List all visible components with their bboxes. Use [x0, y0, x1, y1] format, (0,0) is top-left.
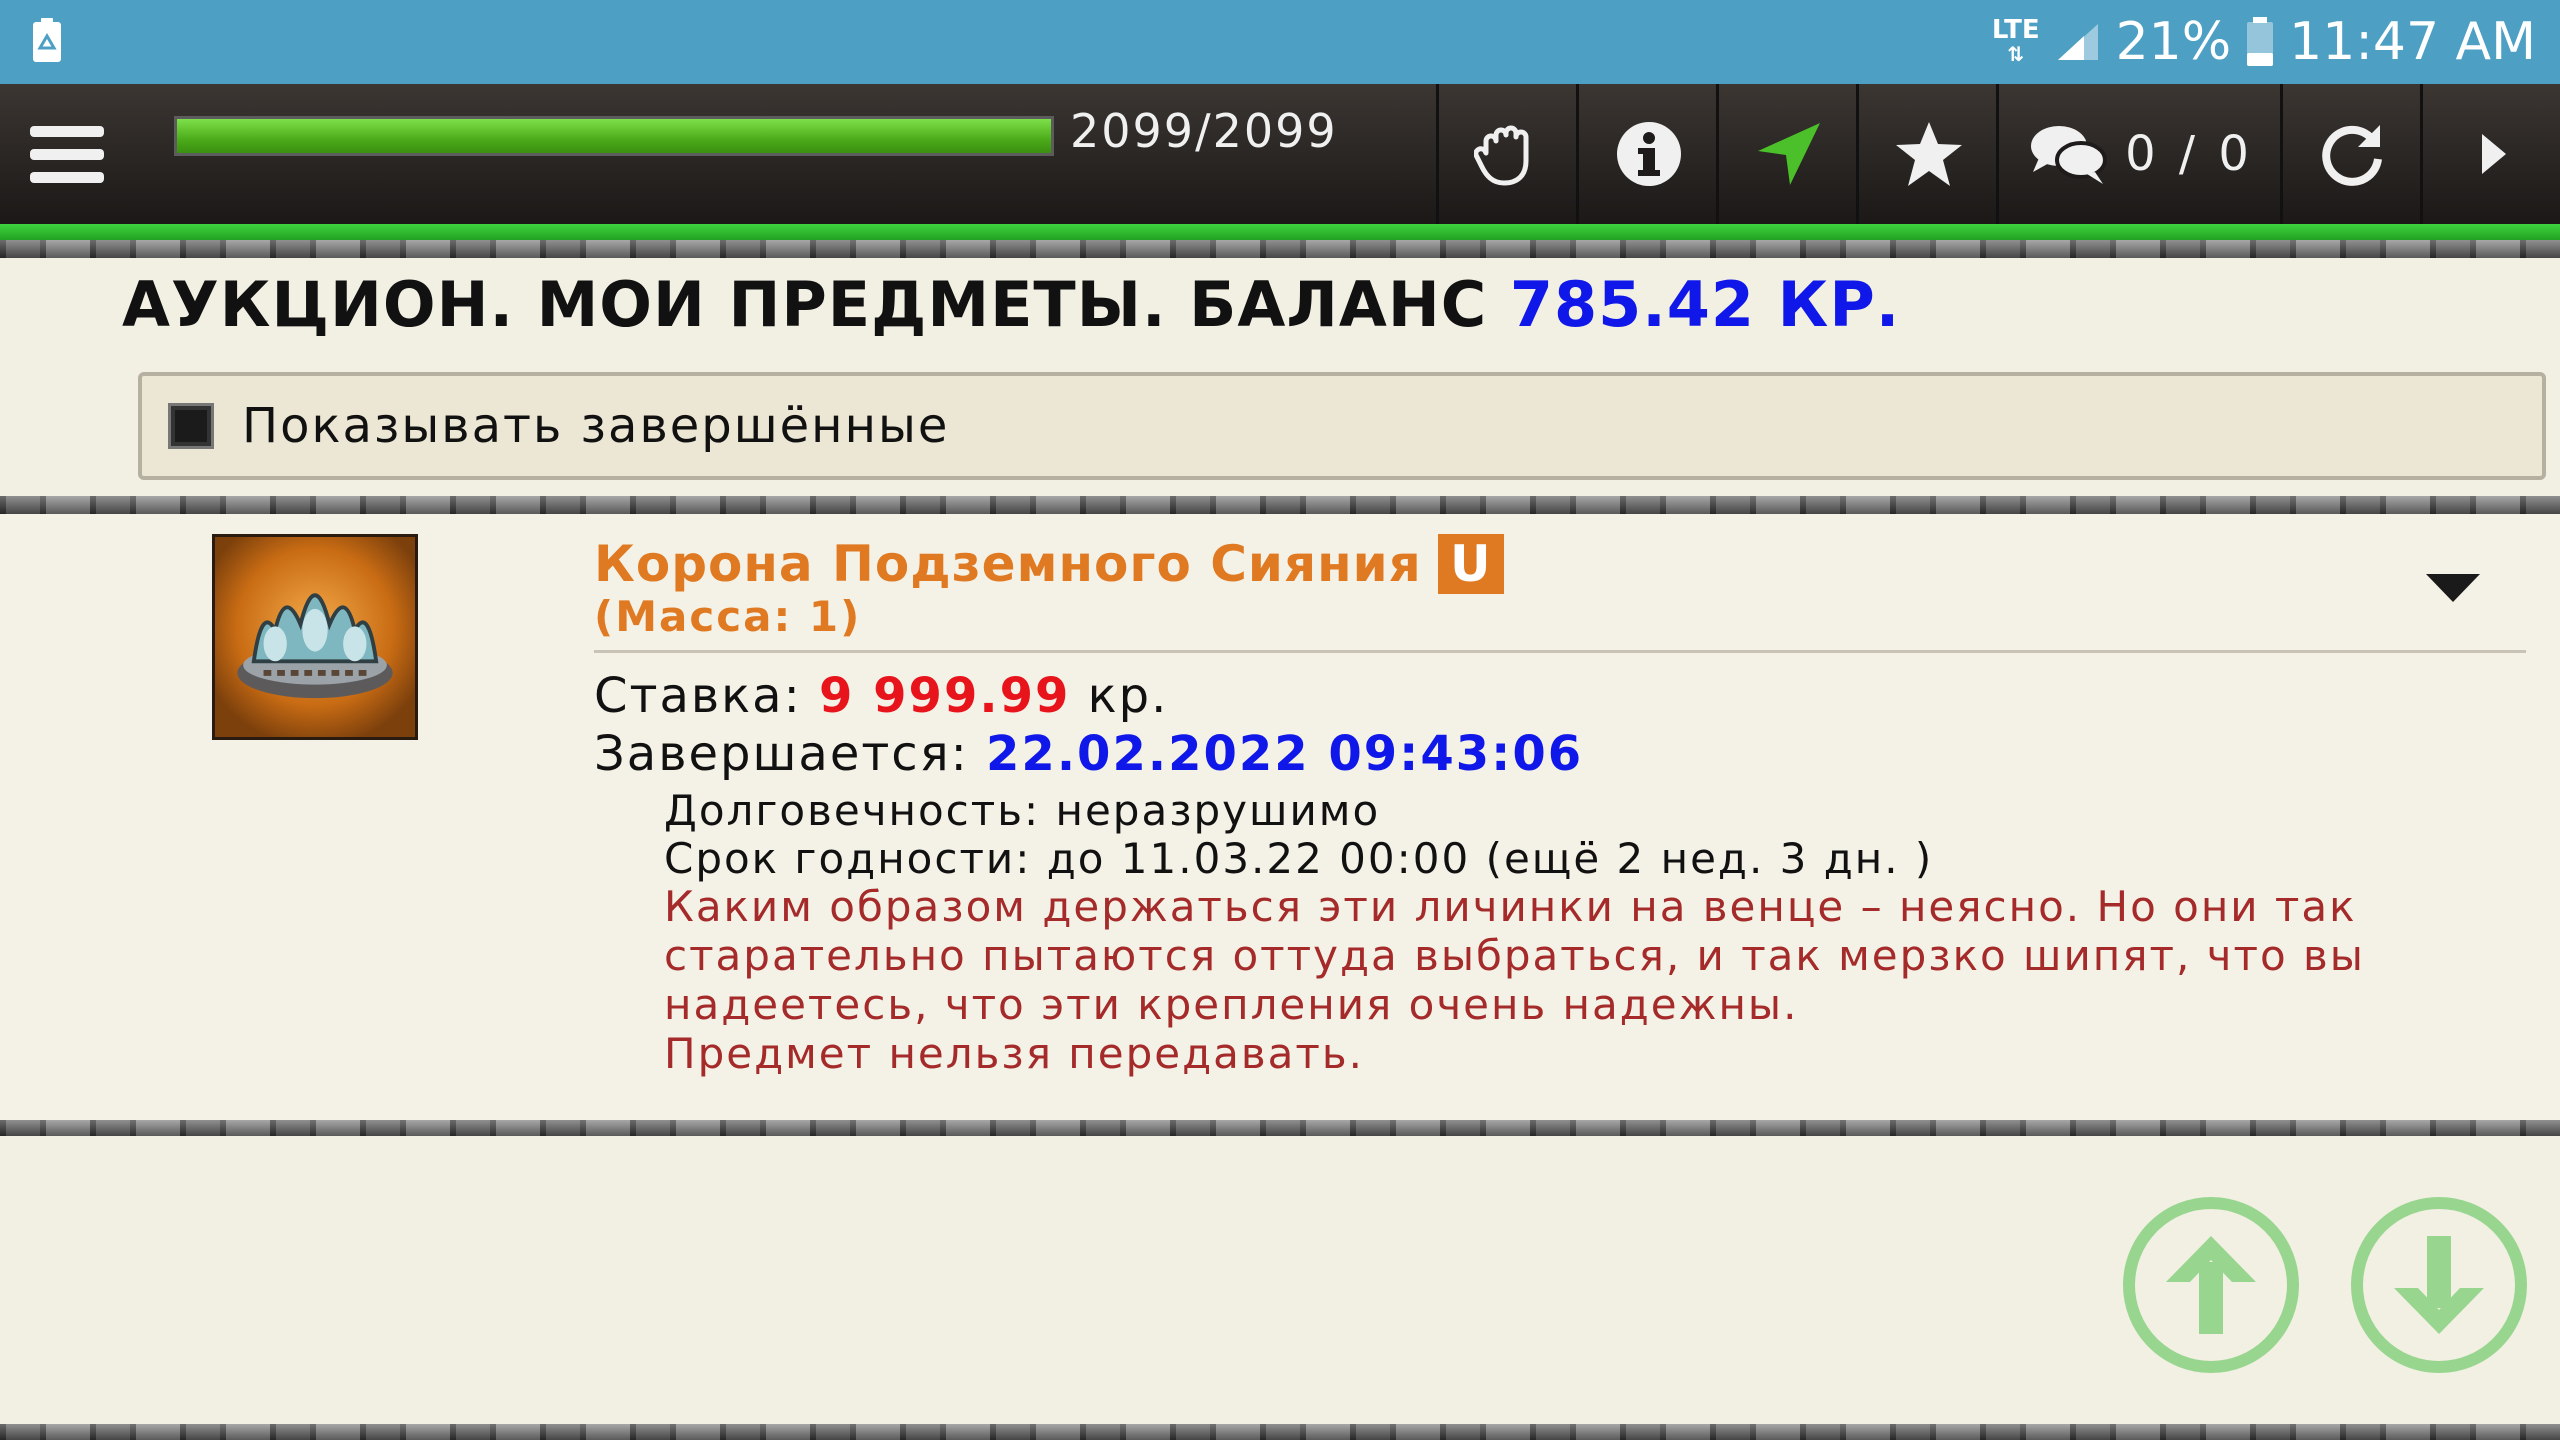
item-name[interactable]: Корона Подземного Сияния U [594, 534, 1504, 594]
end-value: 22.02.2022 09:43:06 [986, 726, 1584, 782]
end-label: Завершается: [594, 726, 969, 782]
show-finished-checkbox[interactable] [168, 403, 214, 449]
play-icon [2482, 134, 2506, 174]
hp-bar [174, 116, 1054, 156]
stone-divider [0, 496, 2560, 514]
expiry-text: Срок годности: до 11.03.22 00:00 (ещё 2 … [664, 834, 1934, 883]
page-title: АУКЦИОН. МОИ ПРЕДМЕТЫ. БАЛАНС 785.42 КР. [122, 268, 1900, 341]
chat-count: 0 / 0 [2125, 126, 2253, 182]
battery-icon [2247, 17, 2274, 66]
refresh-button[interactable] [2280, 84, 2423, 224]
top-toolbar: 2099/2099 0 / 0 [0, 84, 2560, 224]
arrow-down-circle-icon[interactable] [2350, 1196, 2528, 1374]
navigate-arrow-icon [1758, 123, 1820, 185]
status-indicators: LTE ⇅ 21% 11:47 AM [1992, 0, 2536, 84]
item-mass: (Масса: 1) [594, 592, 862, 641]
bid-label: Ставка: [594, 668, 802, 724]
battery-percent: 21% [2115, 12, 2232, 72]
info-button[interactable] [1576, 84, 1719, 224]
bid-value: 9 999.99 [819, 668, 1071, 724]
chat-button[interactable]: 0 / 0 [1996, 84, 2283, 224]
clock: 11:47 AM [2289, 12, 2536, 72]
chevron-down-icon[interactable] [2424, 570, 2482, 604]
network-type: LTE ⇅ [1991, 15, 2040, 66]
signal-icon [2057, 24, 2098, 60]
auction-lot: Корона Подземного Сияния U (Масса: 1) Ст… [0, 514, 2560, 1120]
hand-icon [1474, 125, 1529, 186]
refresh-icon [2322, 125, 2382, 186]
non-transferable-note: Предмет нельзя передавать. [664, 1029, 1364, 1078]
next-button[interactable] [2420, 84, 2560, 224]
stone-divider [0, 1424, 2560, 1440]
hp-text: 2099/2099 [1070, 104, 1338, 158]
balance-value: 785.42 КР. [1509, 268, 1901, 341]
bid-row: Ставка: 9 999.99 кр. [594, 668, 1168, 724]
chat-icon [2031, 126, 2108, 184]
stone-divider [0, 1120, 2560, 1136]
recycle-notification-icon [33, 18, 61, 62]
hamburger-menu-icon[interactable] [30, 122, 104, 188]
item-name-text: Корона Подземного Сияния [594, 535, 1422, 593]
unique-badge: U [1437, 534, 1504, 594]
hp-bar-fill [177, 119, 1051, 153]
show-finished-label: Показывать завершённые [242, 398, 950, 454]
lot-divider [594, 650, 2526, 653]
description-text: Каким образом держаться эти личинки на в… [664, 882, 2365, 1029]
crown-item-image[interactable] [212, 534, 418, 740]
stone-divider [0, 240, 2560, 258]
page-title-text: АУКЦИОН. МОИ ПРЕДМЕТЫ. БАЛАНС [122, 268, 1488, 341]
hand-button[interactable] [1436, 84, 1579, 224]
favorites-button[interactable] [1856, 84, 1999, 224]
status-bar: LTE ⇅ 21% 11:47 AM [0, 0, 2560, 84]
show-finished-filter[interactable]: Показывать завершённые [138, 372, 2546, 480]
item-description: Каким образом держаться эти личинки на в… [664, 882, 2504, 1078]
info-icon [1617, 122, 1681, 186]
durability-text: Долговечность: неразрушимо [664, 786, 1381, 835]
end-row: Завершается: 22.02.2022 09:43:06 [594, 726, 1583, 782]
toolbar-accent-line [0, 224, 2560, 240]
star-icon [1896, 122, 1962, 186]
arrow-up-circle-icon[interactable] [2122, 1196, 2300, 1374]
navigate-button[interactable] [1716, 84, 1859, 224]
bid-unit: кр. [1087, 668, 1169, 724]
